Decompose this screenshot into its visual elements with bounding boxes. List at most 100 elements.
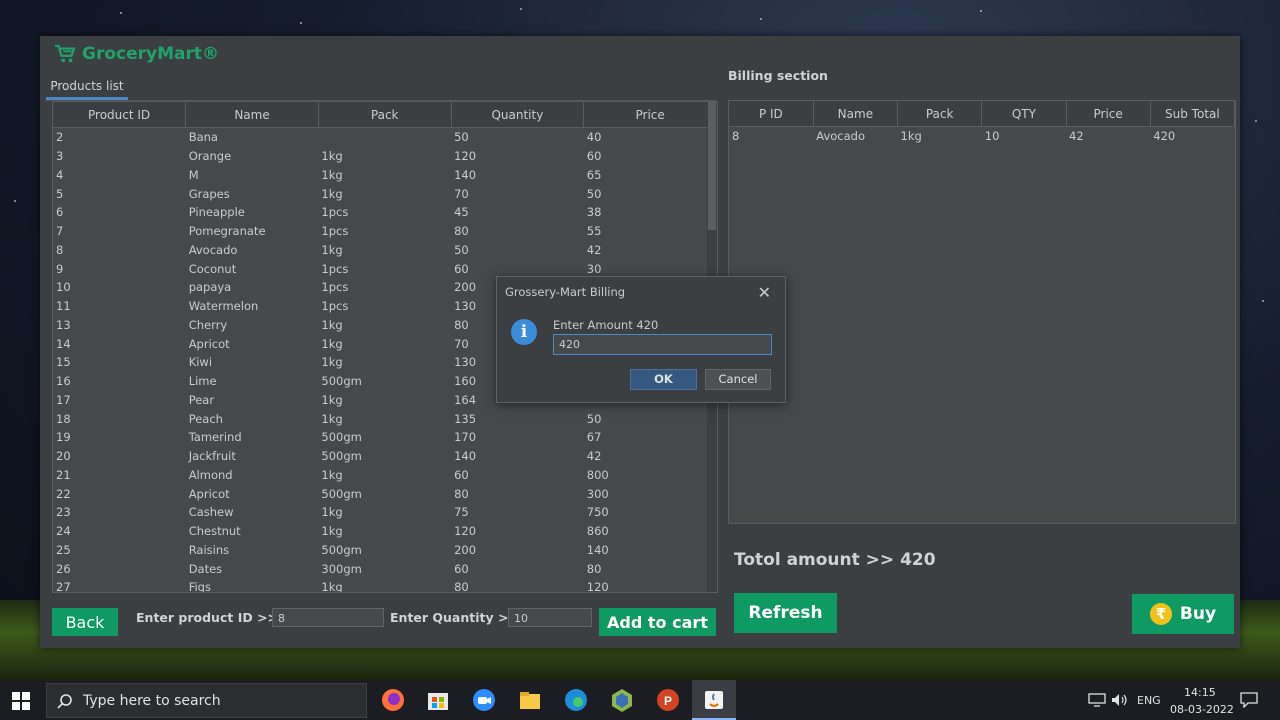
table-cell: 1kg xyxy=(321,186,343,201)
billing-column-header[interactable]: QTY xyxy=(981,101,1067,127)
quantity-input[interactable]: 10 xyxy=(508,608,592,627)
add-to-cart-button[interactable]: Add to cart xyxy=(599,608,716,636)
table-cell: Kiwi xyxy=(188,355,213,370)
billing-table[interactable]: P ID Name Pack QTY Price Sub Total 8 Avocado 1k… xyxy=(728,100,1236,524)
powerpoint-icon[interactable]: P xyxy=(654,686,682,714)
table-cell: Pomegranate xyxy=(188,224,266,239)
java-app-taskbar-button[interactable] xyxy=(692,680,736,720)
table-cell: 1kg xyxy=(321,505,343,520)
refresh-button[interactable]: Refresh xyxy=(734,593,837,633)
products-column-header[interactable]: Name xyxy=(185,102,319,128)
table-cell: Tamerind xyxy=(188,430,242,445)
billing-column-header[interactable]: Name xyxy=(813,101,899,127)
product-id-input[interactable]: 8 xyxy=(272,608,384,627)
table-cell: 140 xyxy=(454,167,477,182)
table-cell: 4 xyxy=(56,167,64,182)
table-cell: Lime xyxy=(188,374,217,389)
table-row[interactable]: 20 Jackfruit 500gm 140 42 xyxy=(53,447,717,466)
table-cell: 20 xyxy=(56,449,71,464)
table-cell: 25 xyxy=(56,542,71,557)
file-explorer-icon[interactable] xyxy=(516,686,544,714)
table-cell: 45 xyxy=(454,205,469,220)
table-row[interactable]: 4 M 1kg 140 65 xyxy=(53,166,717,185)
tab-products-list[interactable]: Products list xyxy=(46,74,128,100)
amount-input[interactable]: 420 xyxy=(553,334,772,355)
back-button[interactable]: Back xyxy=(52,608,118,636)
table-row[interactable]: 2 Bana 50 40 xyxy=(53,128,717,147)
table-cell: 6 xyxy=(56,205,64,220)
windows-start-icon[interactable] xyxy=(12,692,30,710)
search-placeholder: Type here to search xyxy=(83,693,221,709)
table-cell: 55 xyxy=(586,224,602,239)
products-column-header[interactable]: Pack xyxy=(318,102,452,128)
products-column-header[interactable]: Quantity xyxy=(451,102,585,128)
buy-button[interactable]: ₹ Buy xyxy=(1132,594,1234,634)
table-row[interactable]: 7 Pomegranate 1pcs 80 55 xyxy=(53,222,717,241)
table-cell: 1kg xyxy=(321,524,343,539)
table-cell: 800 xyxy=(586,467,609,482)
table-cell: Grapes xyxy=(188,186,230,201)
products-column-header[interactable]: Product ID xyxy=(53,102,187,128)
clock-date[interactable]: 08-03-2022 xyxy=(1170,703,1234,716)
dialog-title: Grossery-Mart Billing xyxy=(505,285,626,299)
table-cell: 27 xyxy=(56,580,71,593)
notifications-icon[interactable] xyxy=(1240,692,1258,708)
table-row[interactable]: 27 Figs 1kg 80 120 xyxy=(53,578,717,593)
language-indicator[interactable]: ENG xyxy=(1137,694,1161,707)
billing-column-header[interactable]: Sub Total xyxy=(1150,101,1235,127)
table-cell: 17 xyxy=(56,392,71,407)
table-cell: 80 xyxy=(454,580,469,593)
table-row[interactable]: 18 Peach 1kg 135 50 xyxy=(53,409,717,428)
table-cell: 50 xyxy=(454,242,469,257)
table-cell: Chestnut xyxy=(188,524,241,539)
table-cell: 140 xyxy=(454,449,477,464)
billing-column-header[interactable]: Price xyxy=(1066,101,1151,127)
table-row[interactable]: 19 Tamerind 500gm 170 67 xyxy=(53,428,717,447)
table-cell: 67 xyxy=(586,430,602,445)
taskbar-search[interactable]: Type here to search xyxy=(46,683,367,718)
table-row[interactable]: 8 Avocado 1kg 50 42 xyxy=(53,241,717,260)
volume-icon[interactable] xyxy=(1111,693,1129,707)
netbeans-icon[interactable] xyxy=(608,686,636,714)
table-row[interactable]: 5 Grapes 1kg 70 50 xyxy=(53,184,717,203)
products-column-header[interactable]: Price xyxy=(583,102,717,128)
billing-section-title: Billing section xyxy=(728,68,828,83)
network-icon[interactable] xyxy=(1088,693,1106,707)
table-cell: Jackfruit xyxy=(188,449,236,464)
scrollbar-thumb[interactable] xyxy=(708,102,716,230)
microsoft-store-icon[interactable] xyxy=(424,686,452,714)
table-row[interactable]: 22 Apricot 500gm 80 300 xyxy=(53,484,717,503)
table-row[interactable]: 3 Orange 1kg 120 60 xyxy=(53,147,717,166)
table-cell: M xyxy=(188,167,199,182)
table-cell: 16 xyxy=(56,374,71,389)
table-cell: Raisins xyxy=(188,542,230,557)
table-cell: 18 xyxy=(56,411,71,426)
table-row[interactable]: 26 Dates 300gm 60 80 xyxy=(53,559,717,578)
table-cell: 1pcs xyxy=(321,299,349,314)
table-cell: 42 xyxy=(1069,129,1084,144)
table-cell: 8 xyxy=(732,129,740,144)
table-cell: Avocado xyxy=(188,242,238,257)
table-row[interactable]: 24 Chestnut 1kg 120 860 xyxy=(53,522,717,541)
firefox-icon[interactable] xyxy=(379,686,407,714)
cancel-button[interactable]: Cancel xyxy=(705,369,771,390)
table-row[interactable]: 23 Cashew 1kg 75 750 xyxy=(53,503,717,522)
edge-icon[interactable] xyxy=(562,686,590,714)
zoom-icon[interactable] xyxy=(470,686,498,714)
table-cell: Figs xyxy=(188,580,211,593)
billing-column-header[interactable]: P ID xyxy=(729,101,814,127)
clock-time[interactable]: 14:15 xyxy=(1184,686,1216,699)
table-cell: Apricot xyxy=(188,336,230,351)
search-icon xyxy=(57,694,72,709)
billing-column-header[interactable]: Pack xyxy=(897,101,983,127)
table-cell: 500gm xyxy=(321,430,362,445)
table-row[interactable]: 25 Raisins 500gm 200 140 xyxy=(53,541,717,560)
table-cell: 23 xyxy=(56,505,71,520)
table-row[interactable]: 6 Pineapple 1pcs 45 38 xyxy=(53,203,717,222)
table-cell: 2 xyxy=(56,130,64,145)
close-icon[interactable]: ✕ xyxy=(758,283,771,302)
ok-button[interactable]: OK xyxy=(630,369,697,390)
table-row[interactable]: 21 Almond 1kg 60 800 xyxy=(53,466,717,485)
table-row[interactable]: 8 Avocado 1kg 10 42 420 xyxy=(729,127,1235,146)
table-cell: Almond xyxy=(188,467,233,482)
